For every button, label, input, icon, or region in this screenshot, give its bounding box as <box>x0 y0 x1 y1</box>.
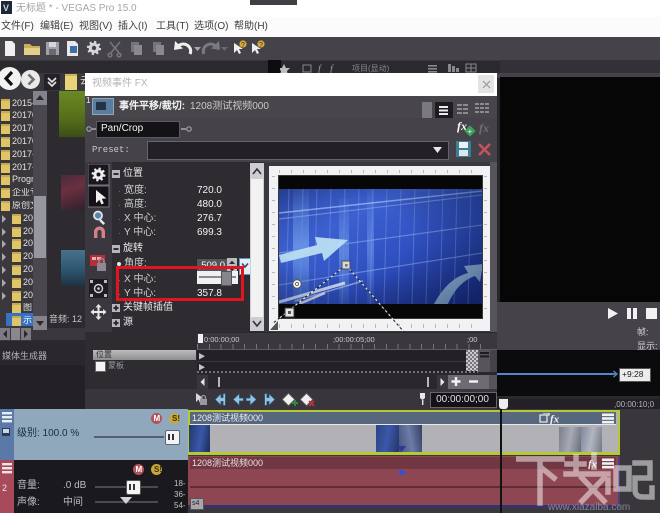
svg-text:2: 2 <box>2 483 7 493</box>
svg-text:项目(显动): 项目(显动) <box>352 63 390 73</box>
svg-text:?: ? <box>241 42 245 49</box>
svg-text:?: ? <box>259 42 263 49</box>
svg-text:f: f <box>318 64 322 73</box>
svg-text:fx: fx <box>550 414 560 425</box>
svg-text:f: f <box>330 64 334 73</box>
